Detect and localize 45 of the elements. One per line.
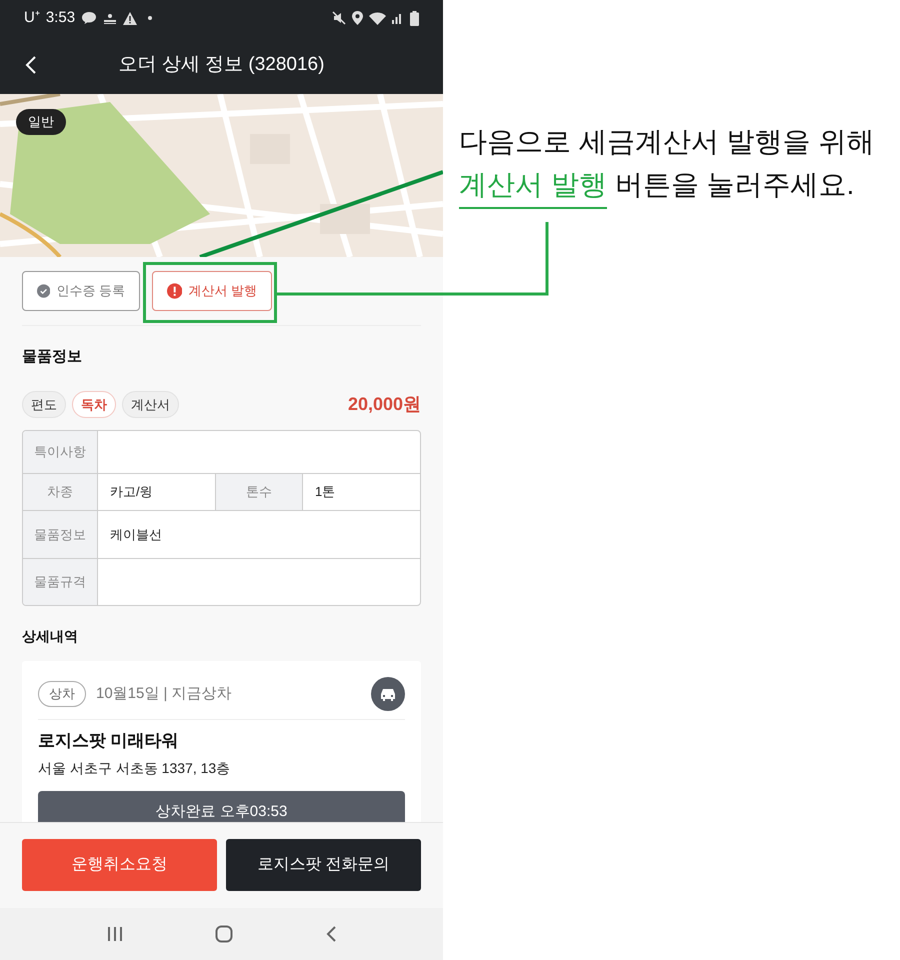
stop-type-badge: 상차 [38, 681, 86, 707]
receipt-register-button[interactable]: 인수증 등록 [22, 271, 140, 311]
stop-address: 서울 서초구 서초동 1337, 13층 [38, 758, 232, 778]
location-pin-icon [352, 11, 363, 25]
screen-title: 오더 상세 정보 (328016) [118, 52, 324, 77]
signal-icon [392, 12, 404, 24]
map-type-badge: 일반 [16, 109, 66, 134]
warning-icon [123, 12, 138, 24]
table-cell-text: 케이블선 [109, 526, 163, 544]
table-cell-text: 1톤 [314, 483, 336, 502]
stop-name: 로지스팟 미래타워 [38, 730, 180, 752]
price-label: 20,000원 [348, 392, 421, 416]
table-header-cell: 차종 [23, 474, 98, 510]
table-header-cell: 물품규격 [23, 559, 98, 605]
table-header-cell: 특이사항 [23, 431, 98, 473]
section-title: 물품정보 [22, 347, 83, 367]
home-icon[interactable] [215, 925, 234, 943]
table-cell-text: 카고/윙 [109, 483, 154, 502]
section-title: 상세내역 [22, 627, 79, 646]
notification-dot-icon [147, 15, 154, 21]
chat-bubble-icon [81, 11, 98, 25]
battery-icon [410, 10, 419, 26]
table-header-cell: 톤수 [215, 474, 303, 510]
back-icon[interactable] [325, 925, 338, 943]
carrier-label: U⁺ [24, 8, 40, 28]
tag-chip: 편도 [22, 390, 66, 418]
stop-date: 10월15일 | 지금상차 [96, 684, 232, 704]
status-time: 3:53 [46, 8, 76, 28]
check-icon [37, 283, 50, 299]
car-icon [371, 677, 405, 711]
recent-apps-icon[interactable] [106, 925, 124, 943]
download-icon [103, 11, 118, 25]
issue-invoice-button[interactable]: 계산서 발행 [152, 271, 272, 311]
table-header-cell: 물품정보 [23, 511, 98, 558]
cancel-request-button[interactable]: 운행취소요청 [22, 838, 217, 890]
highlight-text: 계산서 발행 [459, 163, 607, 209]
tag-chip: 독차 [72, 390, 116, 418]
loading-complete-button[interactable]: 상차완료 오후03:53 [38, 790, 405, 822]
callout-text: 다음으로 세금계산서 발행을 위해 [459, 125, 874, 159]
call-support-button[interactable]: 로지스팟 전화문의 [226, 838, 421, 890]
mute-icon [332, 11, 346, 25]
exclamation-icon [167, 283, 182, 299]
tag-chip: 계산서 [122, 390, 179, 418]
wifi-icon [369, 12, 386, 24]
callout-text: 버튼을 눌러주세요. [614, 168, 854, 202]
